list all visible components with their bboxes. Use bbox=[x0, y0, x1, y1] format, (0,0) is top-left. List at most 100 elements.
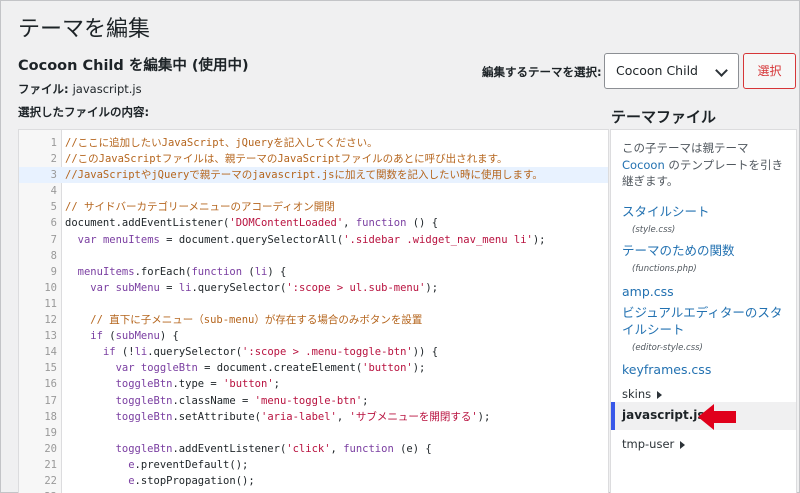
code-token: .addEventListener( bbox=[172, 442, 287, 455]
code-token: //ここに追加したいJavaScript、jQueryを記入してください。 bbox=[65, 137, 378, 149]
line-number: 23 bbox=[19, 489, 57, 493]
code-token: ); bbox=[412, 362, 426, 375]
file-item-filename: (functions.php) bbox=[632, 264, 697, 274]
code-token: ) { bbox=[267, 265, 287, 278]
code-text: toggleBtn.addEventListener('click', func… bbox=[65, 441, 432, 457]
theme-select[interactable]: Cocoon Child bbox=[604, 53, 739, 89]
line-number: 19 bbox=[44, 426, 57, 439]
code-token: .forEach( bbox=[134, 265, 192, 278]
code-token: menuItems bbox=[77, 265, 135, 278]
code-text: menuItems.forEach(function (li) { bbox=[65, 264, 287, 280]
code-line[interactable]: 6 document.addEventListener('DOMContentLo… bbox=[19, 215, 608, 231]
code-line[interactable]: 1 //ここに追加したいJavaScript、jQueryを記入してください。 bbox=[19, 135, 608, 151]
file-item-label: javascript.js bbox=[622, 408, 705, 422]
code-token: , bbox=[343, 217, 356, 230]
code-token: li bbox=[134, 346, 148, 359]
folder-label: skins bbox=[622, 387, 652, 401]
file-item-label: keyframes.css bbox=[622, 362, 712, 377]
code-editor[interactable]: 1 //ここに追加したいJavaScript、jQueryを記入してください。 2 /… bbox=[18, 129, 609, 493]
code-line[interactable]: 8 bbox=[19, 248, 608, 264]
code-token: ( bbox=[102, 330, 116, 343]
theme-files-title: テーマファイル bbox=[611, 108, 717, 126]
code-line[interactable]: 22 e.stopPropagation(); bbox=[19, 473, 608, 489]
file-item-functions[interactable]: テーマのための関数 (functions.php) bbox=[622, 242, 794, 278]
code-line[interactable]: 5 // サイドバーカテゴリーメニューのアコーディオン開閉 bbox=[19, 199, 608, 215]
code-line[interactable]: 4 bbox=[19, 183, 608, 199]
code-line[interactable]: 10 var subMenu = li.querySelector(':scop… bbox=[19, 280, 608, 296]
code-text: toggleBtn.type = 'button'; bbox=[65, 376, 280, 392]
line-number: 8 bbox=[50, 249, 57, 262]
code-line[interactable]: 3 //JavaScriptやjQueryで親テーマのjavascript.jsに… bbox=[19, 167, 608, 184]
line-number: 15 bbox=[44, 362, 57, 375]
edit-heading: Cocoon Child を編集中 (使用中) bbox=[18, 58, 249, 74]
folder-item-tmp-user[interactable]: tmp-user bbox=[622, 436, 794, 453]
code-token: 'button' bbox=[223, 378, 274, 391]
code-token: toggleBtn bbox=[115, 394, 173, 407]
code-token: , bbox=[336, 410, 350, 423]
code-line[interactable]: 9 menuItems.forEach(function (li) { bbox=[19, 264, 608, 280]
theme-select-label: 編集するテーマを選択: bbox=[482, 65, 602, 79]
code-line[interactable]: 18 toggleBtn.setAttribute('aria-label', … bbox=[19, 409, 608, 425]
code-token: function bbox=[343, 442, 394, 455]
code-line[interactable]: 11 bbox=[19, 296, 608, 312]
line-number: 11 bbox=[44, 297, 57, 310]
file-item-keyframes[interactable]: keyframes.css bbox=[622, 361, 794, 378]
code-text: var menuItems = document.querySelectorAl… bbox=[65, 232, 546, 248]
file-item-label: テーマのための関数 bbox=[622, 243, 735, 258]
folder-item-skins[interactable]: skins bbox=[622, 386, 794, 403]
code-line[interactable]: 12 // 直下に子メニュー（sub-menu）が存在する場合のみボタンを設置 bbox=[19, 312, 608, 328]
file-name: javascript.js bbox=[72, 82, 142, 96]
code-token: toggleBtn bbox=[140, 362, 198, 375]
code-line[interactable]: 15 var toggleBtn = document.createElemen… bbox=[19, 360, 608, 376]
code-token: .querySelector( bbox=[191, 281, 287, 294]
select-theme-button[interactable]: 選択 bbox=[743, 53, 796, 89]
code-line[interactable]: 2 //このJavaScriptファイルは、親テーマのJavaScriptファイル… bbox=[19, 151, 608, 167]
line-number: 4 bbox=[50, 185, 57, 198]
code-line[interactable]: 13 if (subMenu) { bbox=[19, 328, 608, 344]
file-item-amp-css[interactable]: amp.css bbox=[622, 283, 794, 300]
code-line[interactable]: 23 bbox=[19, 489, 608, 493]
code-token: = bbox=[159, 281, 179, 294]
code-token: ); bbox=[532, 233, 546, 246]
code-token: 'button' bbox=[362, 362, 413, 375]
code-lines[interactable]: 1 //ここに追加したいJavaScript、jQueryを記入してください。 2 /… bbox=[19, 135, 608, 493]
code-line[interactable]: 21 e.preventDefault(); bbox=[19, 457, 608, 473]
code-line[interactable]: 16 toggleBtn.type = 'button'; bbox=[19, 376, 608, 392]
code-token: if bbox=[102, 346, 116, 359]
line-number: 9 bbox=[50, 265, 57, 278]
note-text: この子テーマは親テーマ bbox=[622, 141, 749, 155]
file-item-editor-style[interactable]: ビジュアルエディターのスタイルシート (editor-style.css) bbox=[622, 304, 794, 357]
code-token: function bbox=[355, 217, 407, 230]
code-line[interactable]: 14 if (!li.querySelector(':scope > .menu… bbox=[19, 344, 608, 360]
file-item-stylesheet[interactable]: スタイルシート (style.css) bbox=[622, 203, 794, 239]
line-number: 12 bbox=[44, 314, 57, 327]
code-line[interactable]: 7 var menuItems = document.querySelector… bbox=[19, 232, 608, 248]
line-number: 10 bbox=[44, 281, 57, 294]
code-text: // 直下に子メニュー（sub-menu）が存在する場合のみボタンを設置 bbox=[65, 312, 422, 328]
file-item-filename: (editor-style.css) bbox=[632, 343, 703, 353]
code-text: //このJavaScriptファイルは、親テーマのJavaScriptファイルの… bbox=[65, 151, 508, 167]
line-number: 14 bbox=[44, 346, 57, 359]
code-token: subMenu bbox=[115, 281, 160, 294]
code-token: 'DOMContentLoaded' bbox=[229, 217, 344, 230]
code-line[interactable]: 20 toggleBtn.addEventListener('click', f… bbox=[19, 441, 608, 457]
code-token: ); bbox=[425, 281, 439, 294]
code-token: ) { bbox=[159, 330, 179, 343]
triangle-right-icon bbox=[657, 390, 663, 399]
line-number: 2 bbox=[50, 153, 57, 166]
code-token: .setAttribute( bbox=[172, 410, 261, 423]
code-token: function bbox=[191, 265, 243, 278]
parent-theme-link[interactable]: Cocoon bbox=[622, 158, 665, 172]
code-token: , bbox=[330, 442, 344, 455]
theme-select-value: Cocoon Child bbox=[616, 63, 698, 78]
code-text: toggleBtn.setAttribute('aria-label', 'サブ… bbox=[65, 409, 491, 425]
code-line[interactable]: 17 toggleBtn.className = 'menu-toggle-bt… bbox=[19, 393, 608, 409]
code-line[interactable]: 19 bbox=[19, 425, 608, 441]
